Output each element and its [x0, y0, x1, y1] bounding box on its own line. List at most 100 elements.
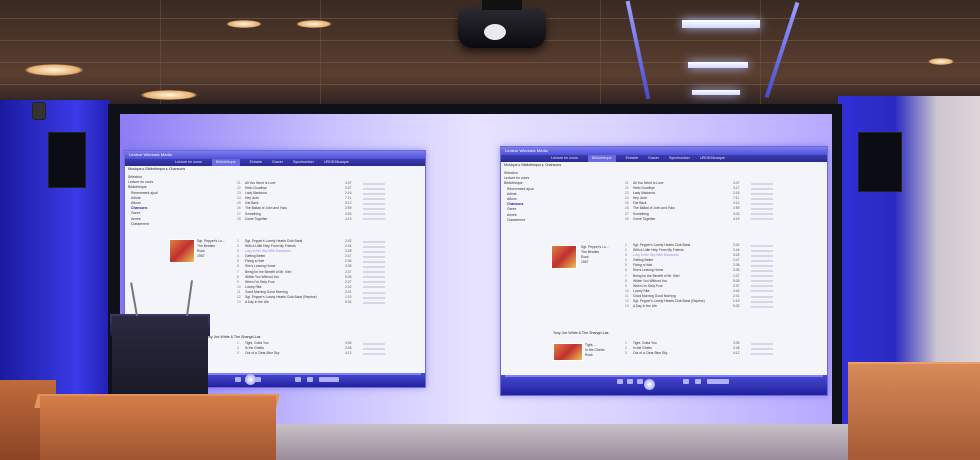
rating-stars-icon[interactable]: [751, 275, 773, 278]
rating-stars-icon[interactable]: [363, 187, 385, 190]
track-row[interactable]: 28 Come Together 4:19: [237, 217, 385, 222]
rating-stars-icon[interactable]: [751, 259, 773, 262]
rating-stars-icon[interactable]: [751, 305, 773, 308]
rating-stars-icon[interactable]: [363, 250, 385, 253]
nav-item[interactable]: Classement: [504, 218, 562, 223]
shuffle-icon[interactable]: [235, 377, 241, 382]
rating-stars-icon[interactable]: [751, 295, 773, 298]
volume-slider[interactable]: [319, 377, 339, 382]
side-desk: [848, 364, 980, 460]
rating-stars-icon[interactable]: [363, 197, 385, 200]
track-duration: 4:19: [733, 216, 740, 221]
rating-stars-icon[interactable]: [363, 192, 385, 195]
play-button[interactable]: [644, 379, 655, 390]
rating-stars-icon[interactable]: [751, 192, 773, 195]
rating-stars-icon[interactable]: [751, 342, 773, 345]
tab-sync[interactable]: Synchroniser: [293, 159, 314, 166]
rating-stars-icon[interactable]: [751, 218, 773, 221]
track-row[interactable]: 3 Out of a Clear Blue Sky 4:12: [625, 351, 773, 356]
front-desk: [40, 396, 276, 460]
rating-stars-icon[interactable]: [363, 208, 385, 211]
tab-sync[interactable]: Synchroniser: [669, 155, 690, 162]
rating-stars-icon[interactable]: [363, 213, 385, 216]
tab-burn[interactable]: Graver: [648, 155, 659, 162]
rating-stars-icon[interactable]: [363, 342, 385, 345]
rating-stars-icon[interactable]: [751, 202, 773, 205]
rating-stars-icon[interactable]: [363, 352, 385, 355]
rating-stars-icon[interactable]: [751, 197, 773, 200]
nav-item[interactable]: Classement: [128, 222, 186, 227]
volume-slider[interactable]: [707, 379, 729, 384]
tab-rip[interactable]: Extraire: [250, 159, 262, 166]
ceiling-tile-line: [600, 0, 601, 108]
rating-stars-icon[interactable]: [751, 290, 773, 293]
rating-stars-icon[interactable]: [363, 281, 385, 284]
track-row[interactable]: 28 Come Together 4:19: [625, 217, 773, 222]
window-titlebar: Lecteur Windows Media: [501, 147, 827, 155]
mute-icon[interactable]: [307, 377, 313, 382]
rating-stars-icon[interactable]: [363, 296, 385, 299]
player-tabs: Lecture en cours Bibliothèque Extraire G…: [501, 155, 827, 162]
breadcrumb: Musique ▸ Bibliothèque ▸ Chansons: [504, 163, 562, 167]
rating-stars-icon[interactable]: [363, 202, 385, 205]
track-title: Out of a Clear Blue Sky: [633, 351, 668, 356]
rating-stars-icon[interactable]: [751, 254, 773, 257]
tab-urge[interactable]: URGE/Musique: [700, 155, 725, 162]
rating-stars-icon[interactable]: [751, 187, 773, 190]
downlight: [24, 64, 84, 76]
album-art[interactable]: [553, 343, 583, 361]
breadcrumb: Musique ▸ Bibliothèque ▸ Chansons: [128, 167, 186, 171]
next-icon[interactable]: [683, 379, 689, 384]
rating-stars-icon[interactable]: [363, 286, 385, 289]
rating-stars-icon[interactable]: [751, 280, 773, 283]
rating-stars-icon[interactable]: [751, 249, 773, 252]
rating-stars-icon[interactable]: [751, 352, 773, 355]
track-row[interactable]: 3 Out of a Clear Blue Sky 4:12: [237, 351, 385, 356]
previous-icon[interactable]: [637, 379, 643, 384]
ceiling-tile-line: [320, 0, 321, 108]
rating-stars-icon[interactable]: [363, 301, 385, 304]
rating-stars-icon[interactable]: [751, 347, 773, 350]
rating-stars-icon[interactable]: [751, 300, 773, 303]
rating-stars-icon[interactable]: [363, 255, 385, 258]
rating-stars-icon[interactable]: [751, 208, 773, 211]
album-art[interactable]: [551, 245, 577, 269]
ceiling-projector: [458, 0, 546, 48]
tab-now-playing[interactable]: Lecture en cours: [175, 159, 202, 166]
album-art[interactable]: [169, 239, 195, 263]
tab-urge[interactable]: URGE/Musique: [324, 159, 349, 166]
rating-stars-icon[interactable]: [363, 347, 385, 350]
rating-stars-icon[interactable]: [751, 213, 773, 216]
rating-stars-icon[interactable]: [363, 271, 385, 274]
rating-stars-icon[interactable]: [363, 240, 385, 243]
tab-rip[interactable]: Extraire: [626, 155, 638, 162]
tab-burn[interactable]: Graver: [272, 159, 283, 166]
rating-stars-icon[interactable]: [751, 182, 773, 185]
ceiling-tile-line: [760, 0, 761, 108]
rating-stars-icon[interactable]: [363, 291, 385, 294]
rating-stars-icon[interactable]: [363, 276, 385, 279]
shuffle-icon[interactable]: [617, 379, 623, 384]
album-genre: Rock: [585, 353, 593, 357]
rating-stars-icon[interactable]: [363, 260, 385, 263]
play-button[interactable]: [245, 374, 256, 385]
rating-stars-icon[interactable]: [363, 218, 385, 221]
rating-stars-icon[interactable]: [363, 266, 385, 269]
tab-library[interactable]: Bibliothèque: [587, 155, 616, 162]
next-icon[interactable]: [295, 377, 301, 382]
window-titlebar: Lecteur Windows Media: [125, 151, 425, 159]
rating-stars-icon[interactable]: [363, 182, 385, 185]
rating-stars-icon[interactable]: [751, 270, 773, 273]
rating-stars-icon[interactable]: [751, 244, 773, 247]
rating-stars-icon[interactable]: [363, 245, 385, 248]
tab-now-playing[interactable]: Lecture en cours: [551, 155, 578, 162]
stop-icon[interactable]: [627, 379, 633, 384]
tab-library[interactable]: Bibliothèque: [211, 159, 240, 166]
rating-stars-icon[interactable]: [751, 264, 773, 267]
seek-bar[interactable]: [505, 375, 823, 377]
track-row[interactable]: 13 A Day in the Life 5:33: [625, 304, 773, 309]
track-row[interactable]: 13 A Day in the Life 5:33: [237, 300, 385, 305]
track-duration: 5:33: [345, 300, 352, 305]
mute-icon[interactable]: [695, 379, 701, 384]
rating-stars-icon[interactable]: [751, 285, 773, 288]
